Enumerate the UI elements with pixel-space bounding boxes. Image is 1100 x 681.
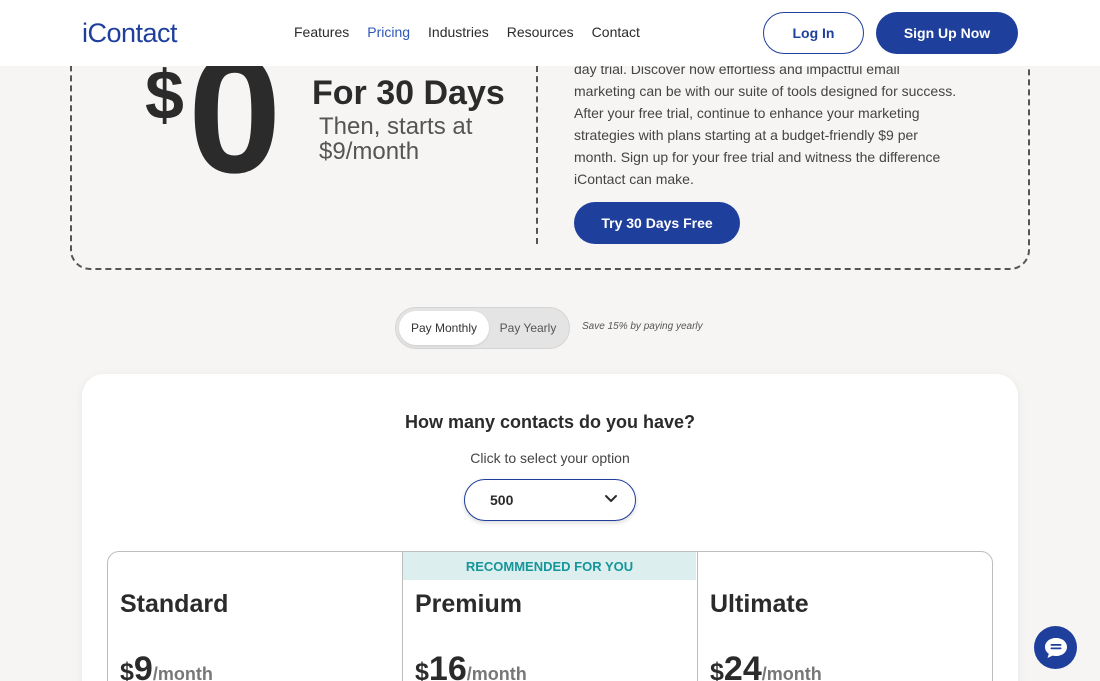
plan-name-premium: Premium [415,590,522,618]
plan-price-premium: $16/month [415,650,527,681]
main-nav: Features Pricing Industries Resources Co… [294,24,658,40]
plan-price-standard: $9/month [120,650,213,681]
promo-description: day trial. Discover how effortless and i… [574,61,957,187]
chat-button[interactable] [1034,626,1077,669]
plan-price-ultimate: $24/month [710,650,822,681]
site-header: iContact Features Pricing Industries Res… [0,0,1100,66]
price-period: /month [152,664,213,681]
contacts-question: How many contacts do you have? [404,412,696,432]
price-amount: 9 [133,650,153,681]
nav-item-resources[interactable]: Resources [507,24,574,40]
recommended-badge: RECOMMENDED FOR YOU [403,552,696,580]
price-period: /month [761,664,822,681]
nav-item-contact[interactable]: Contact [592,24,640,40]
promo-dollar-sign: $ [145,56,184,134]
plan-name-standard: Standard [120,590,229,618]
try-free-button[interactable]: Try 30 Days Free [574,202,740,244]
contacts-selected-value: 500 [490,492,514,508]
contacts-hint: Click to select your option [470,450,630,466]
price-period: /month [466,664,527,681]
price-amount: 16 [428,650,467,681]
price-currency: $ [415,658,429,681]
pay-monthly-option[interactable]: Pay Monthly [399,311,489,345]
nav-item-features[interactable]: Features [294,24,349,40]
promo-then-price: Then, starts at $9/month [319,113,473,165]
pay-yearly-option[interactable]: Pay Yearly [493,311,563,345]
chat-icon [1044,637,1067,658]
plan-column-divider [697,551,698,681]
chevron-down-icon [605,495,617,502]
promo-divider [536,66,538,244]
promo-headline: For 30 Days [312,74,505,112]
signup-button[interactable]: Sign Up Now [876,12,1018,54]
yearly-savings-note: Save 15% by paying yearly [582,321,703,332]
plan-name-ultimate: Ultimate [710,590,809,618]
nav-item-pricing[interactable]: Pricing [367,24,410,40]
price-currency: $ [710,658,724,681]
icontact-logo[interactable]: iContact [82,18,178,49]
price-amount: 24 [723,650,762,681]
contacts-select[interactable]: 500 [464,479,636,521]
price-currency: $ [120,658,134,681]
login-button[interactable]: Log In [763,12,864,54]
billing-period-toggle: Pay Monthly Pay Yearly [395,307,570,349]
nav-item-industries[interactable]: Industries [428,24,489,40]
